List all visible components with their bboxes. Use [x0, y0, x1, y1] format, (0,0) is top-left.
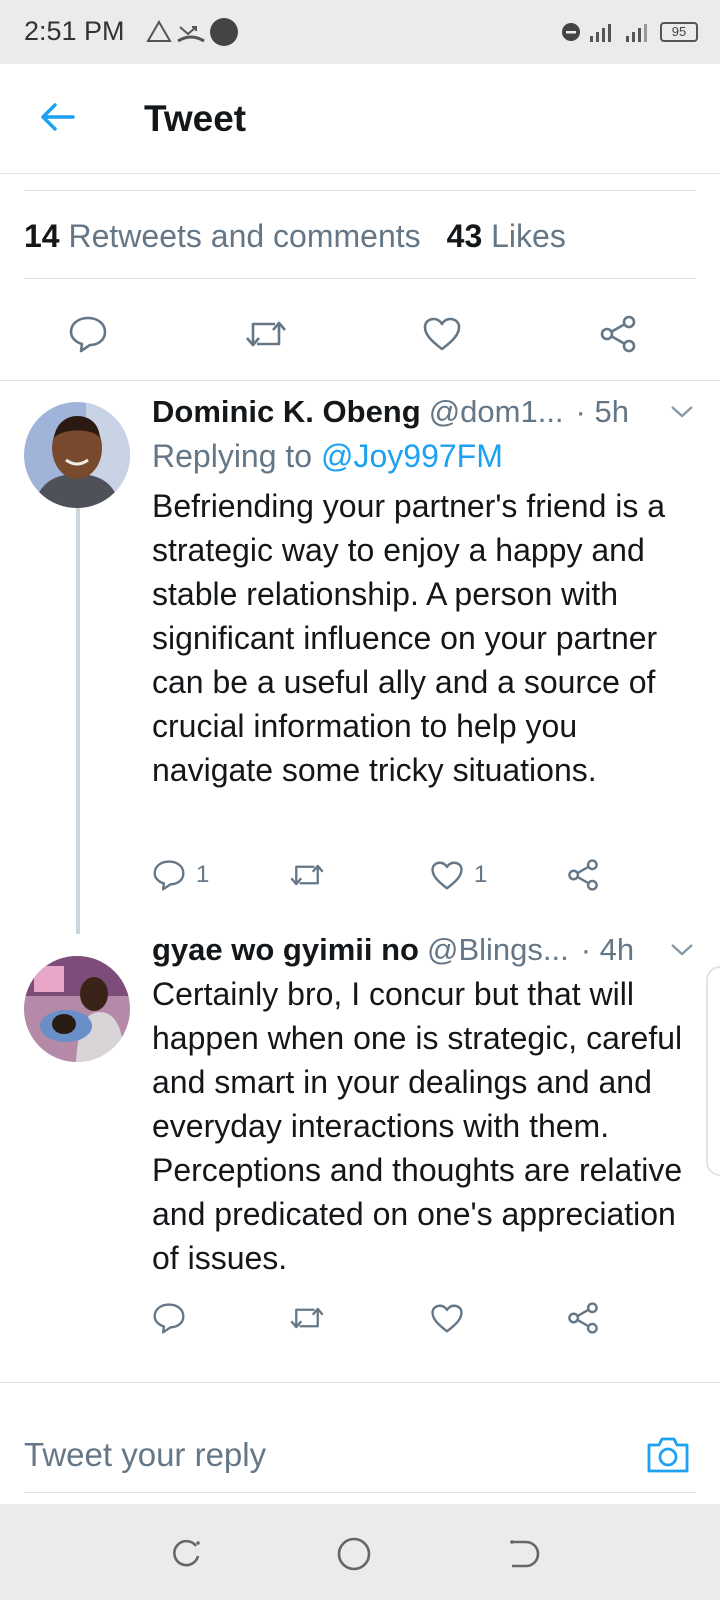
heart-icon: [431, 861, 463, 889]
camera-button[interactable]: [646, 1434, 690, 1474]
scroll-handle[interactable]: [706, 966, 720, 1176]
avatar[interactable]: [24, 402, 130, 508]
share-icon: [568, 859, 598, 891]
share-button[interactable]: [566, 855, 600, 895]
like-button[interactable]: [430, 1298, 474, 1338]
author-name[interactable]: gyae wo gyimii no: [152, 932, 419, 968]
status-time: 2:51 PM: [24, 16, 125, 46]
alert-triangle-icon: [146, 20, 172, 42]
comment-icon: [153, 860, 185, 891]
chevron-down-icon[interactable]: [668, 398, 696, 426]
notification-dot-icon: [210, 18, 238, 46]
missed-call-icon: [177, 26, 205, 43]
signal-icon: [626, 24, 647, 42]
share-icon: [568, 1302, 598, 1334]
divider: [24, 278, 696, 279]
mention-link[interactable]: @Joy997FM: [321, 438, 503, 474]
like-button[interactable]: 1: [430, 855, 487, 895]
app-bar: Tweet: [0, 64, 720, 174]
share-icon: [600, 315, 636, 353]
divider: [24, 1492, 696, 1493]
tweet-timestamp: · 4h: [580, 932, 635, 967]
tweet-stats: 14 Retweets and comments 43 Likes: [24, 218, 566, 255]
reply-button[interactable]: [58, 304, 118, 364]
back-nav-button[interactable]: [504, 1534, 544, 1574]
reply-count: 1: [196, 861, 210, 888]
recent-apps-icon: [173, 1539, 200, 1567]
retweet-button[interactable]: [236, 304, 296, 364]
likes-stat[interactable]: 43 Likes: [447, 218, 566, 254]
retweet-icon: [246, 321, 286, 347]
heart-icon: [423, 317, 461, 351]
retweet-button[interactable]: [288, 855, 326, 895]
chevron-down-icon[interactable]: [668, 936, 696, 964]
navigation-bar: [0, 1504, 720, 1600]
recent-apps-button[interactable]: [166, 1534, 206, 1574]
author-name[interactable]: Dominic K. Obeng: [152, 394, 421, 430]
share-button[interactable]: [588, 304, 648, 364]
like-button[interactable]: [412, 304, 472, 364]
page-title: Tweet: [144, 98, 247, 139]
author-handle[interactable]: @Blings...: [427, 932, 569, 968]
battery-icon: 95: [660, 22, 698, 42]
avatar[interactable]: [24, 956, 130, 1062]
arrow-left-icon: [41, 103, 75, 131]
divider: [24, 190, 696, 191]
tweet-actions: [152, 1298, 612, 1338]
reply-input[interactable]: Tweet your reply: [24, 1436, 266, 1474]
home-button[interactable]: [334, 1534, 374, 1574]
reply-button[interactable]: [152, 1298, 196, 1338]
retweet-icon: [290, 1307, 324, 1329]
reply-composer[interactable]: Tweet your reply: [0, 1400, 720, 1500]
back-button[interactable]: [34, 94, 80, 140]
tweet-actions-bar: [0, 304, 720, 364]
heart-icon: [431, 1304, 463, 1332]
tweet-text: Certainly bro, I concur but that will ha…: [152, 976, 683, 1276]
comment-icon: [153, 1303, 185, 1334]
tweet-timestamp: · 5h: [575, 394, 629, 429]
author-handle[interactable]: @dom1...: [429, 394, 564, 430]
back-nav-icon: [510, 1540, 540, 1568]
replying-to: Replying to @Joy997FM: [152, 438, 503, 474]
tweet-text: Befriending your partner's friend is a s…: [152, 488, 666, 788]
status-bar: 2:51 PM 95: [0, 0, 720, 64]
thread-line: [76, 508, 80, 934]
comment-icon: [69, 316, 107, 353]
retweet-icon: [290, 864, 324, 886]
divider: [0, 1382, 720, 1383]
reply-button[interactable]: 1: [152, 855, 209, 895]
signal-icon: [590, 24, 611, 42]
like-count: 1: [474, 861, 488, 888]
retweet-button[interactable]: [288, 1298, 326, 1338]
divider: [0, 380, 720, 381]
home-icon: [337, 1537, 371, 1571]
tweet-actions: 1 1: [152, 855, 612, 895]
camera-icon: [647, 1437, 689, 1473]
do-not-disturb-icon: [562, 23, 580, 41]
retweets-stat[interactable]: 14 Retweets and comments: [24, 218, 421, 254]
share-button[interactable]: [566, 1298, 600, 1338]
